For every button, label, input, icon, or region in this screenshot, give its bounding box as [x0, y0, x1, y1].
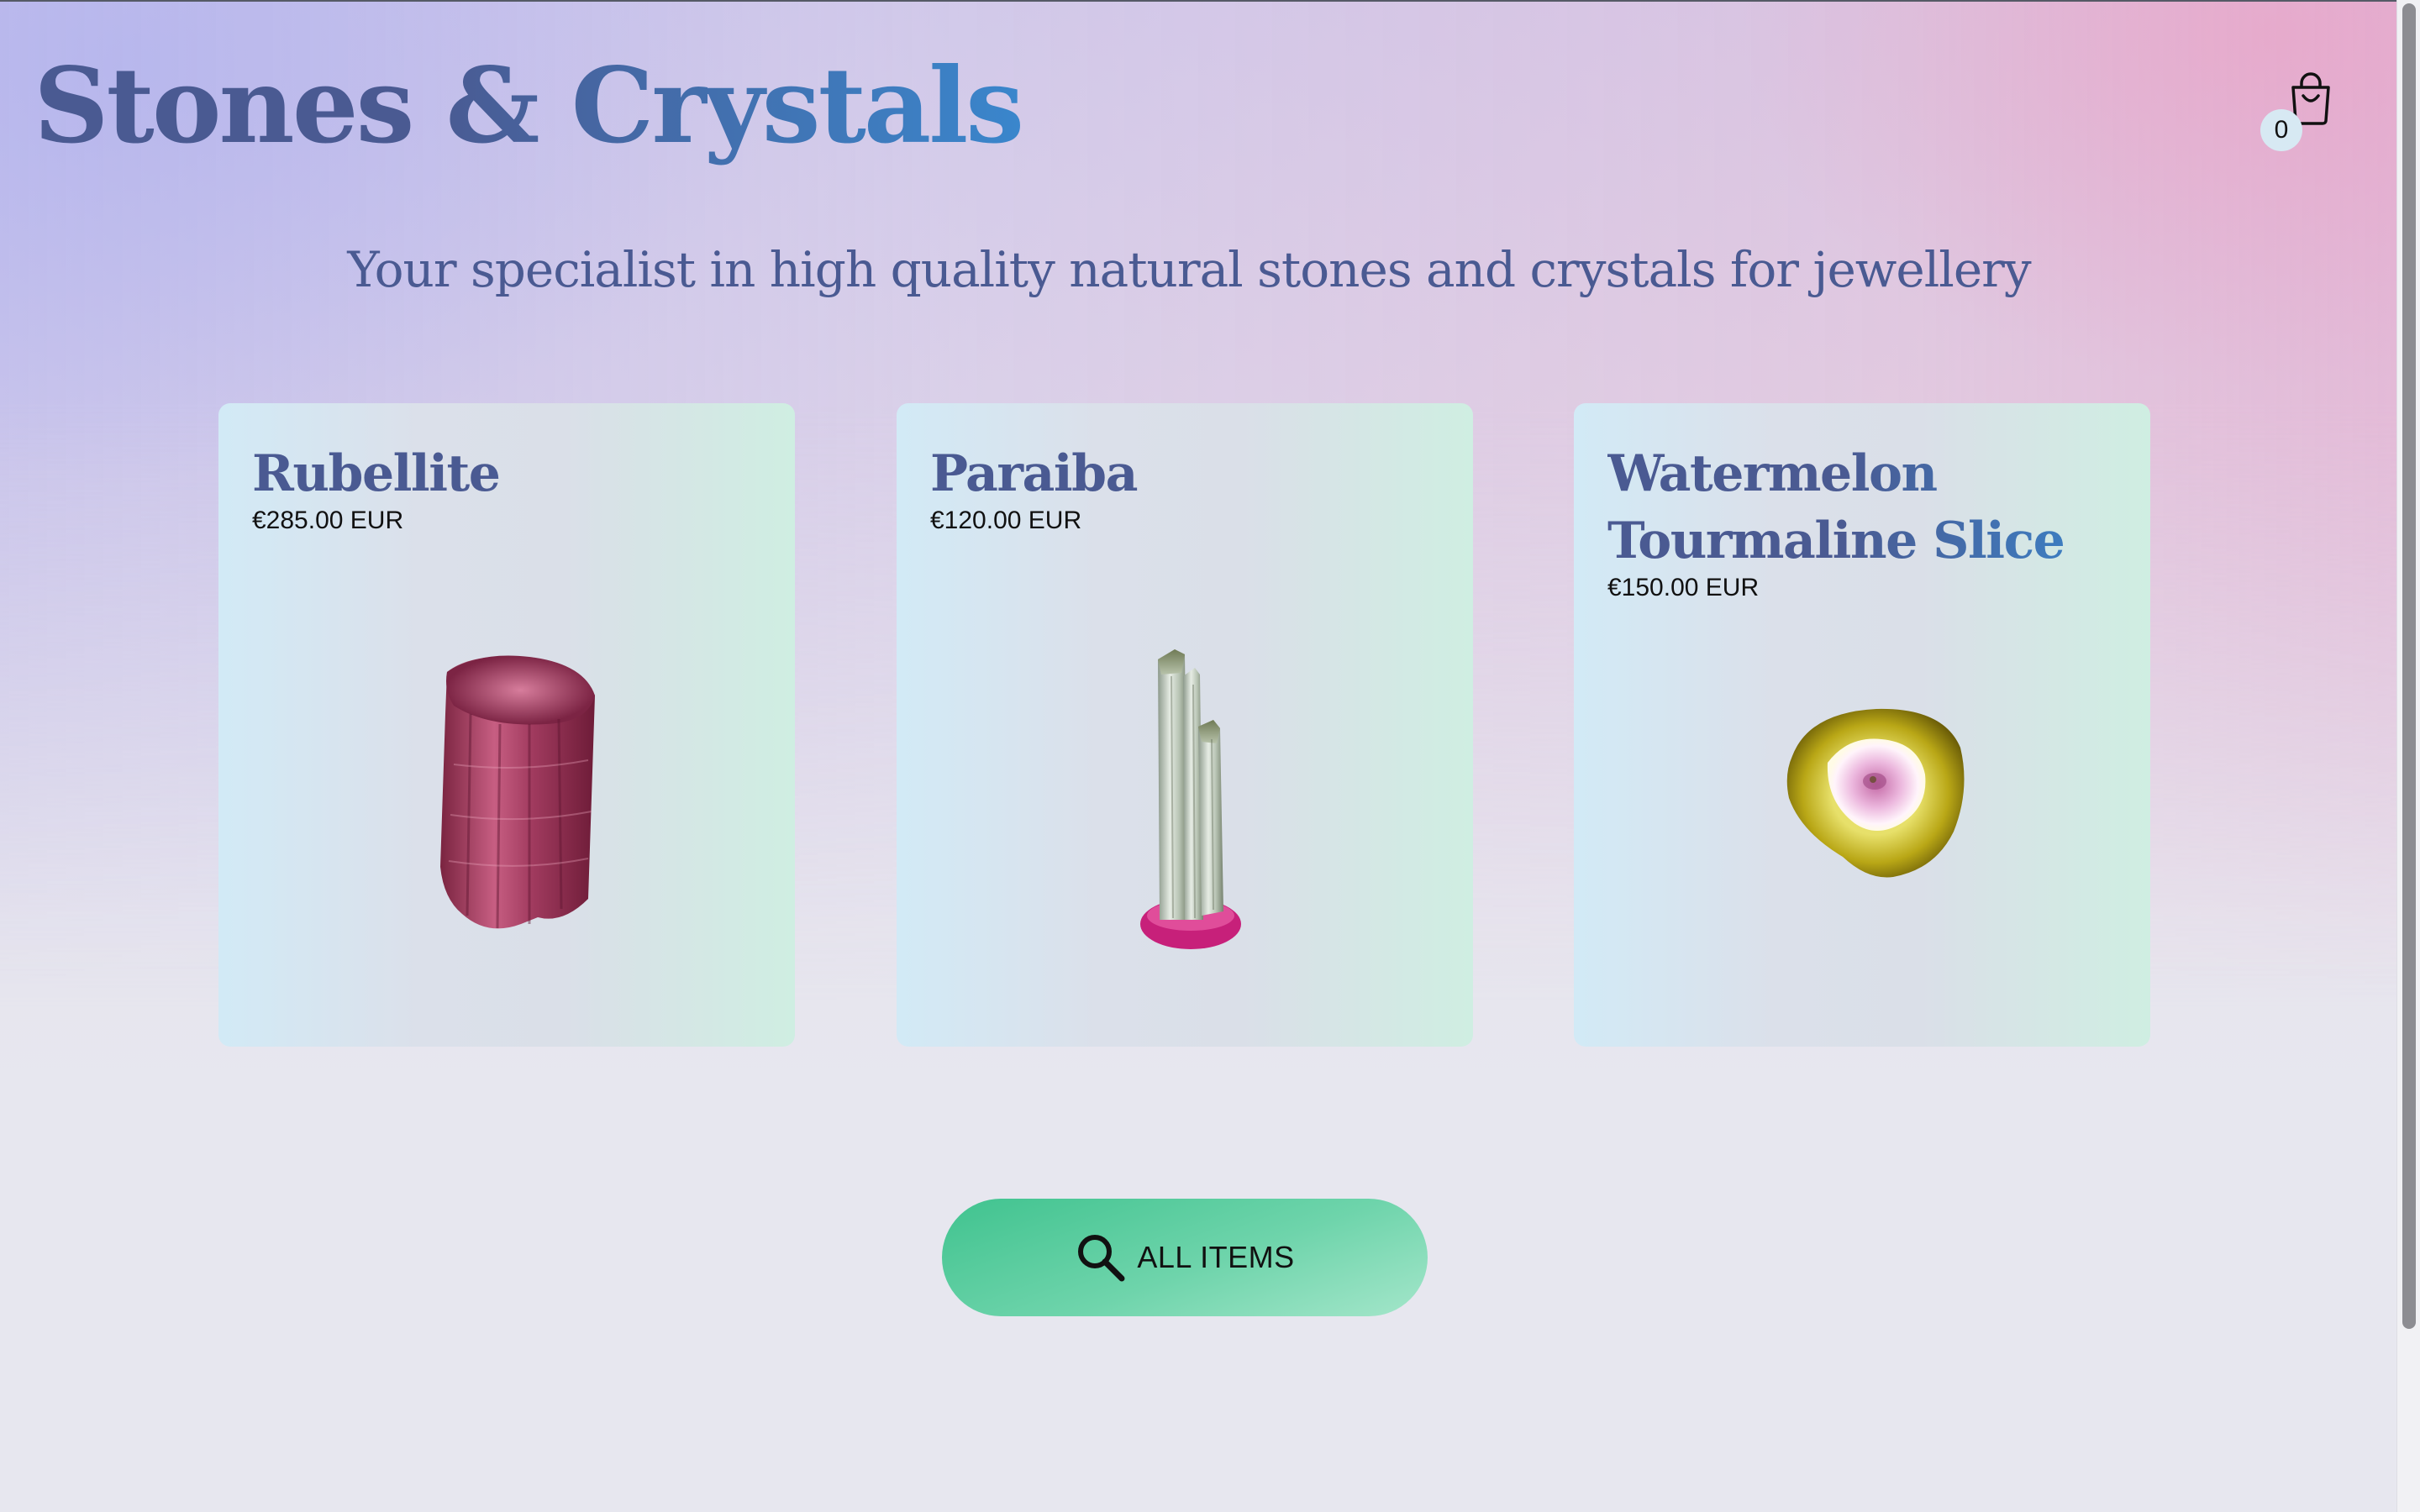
product-card-paraiba[interactable]: Paraiba €120.00 EUR: [897, 403, 1473, 1047]
cart-button[interactable]: 0: [2260, 72, 2336, 153]
watermelon-tourmaline-slice-icon: [1786, 708, 1965, 878]
all-items-button[interactable]: ALL ITEMS: [942, 1199, 1428, 1316]
product-name: Watermelon Tourmaline Slice: [1607, 440, 2128, 575]
product-price: €285.00 EUR: [252, 507, 404, 534]
rubellite-crystal-icon: [440, 655, 595, 929]
product-card-rubellite[interactable]: Rubellite €285.00 EUR: [218, 403, 795, 1047]
window-top-border: [0, 0, 2396, 2]
paraiba-crystal-icon: [1140, 649, 1241, 949]
product-name: Rubellite: [252, 440, 773, 507]
cart-count-badge: 0: [2260, 109, 2302, 151]
scrollbar[interactable]: [2396, 0, 2420, 1512]
product-price: €150.00 EUR: [1607, 574, 1760, 601]
site-title[interactable]: Stones & Crystals: [34, 44, 1024, 170]
tagline: Your specialist in high quality natural …: [347, 241, 2031, 298]
product-name: Paraiba: [930, 440, 1451, 507]
all-items-label: ALL ITEMS: [1137, 1240, 1295, 1274]
search-icon: [1078, 1235, 1125, 1282]
product-card-watermelon-tourmaline-slice[interactable]: Watermelon Tourmaline Slice €150.00 EUR: [1574, 403, 2150, 1047]
product-price: €120.00 EUR: [930, 507, 1082, 534]
scrollbar-thumb[interactable]: [2402, 3, 2416, 1329]
